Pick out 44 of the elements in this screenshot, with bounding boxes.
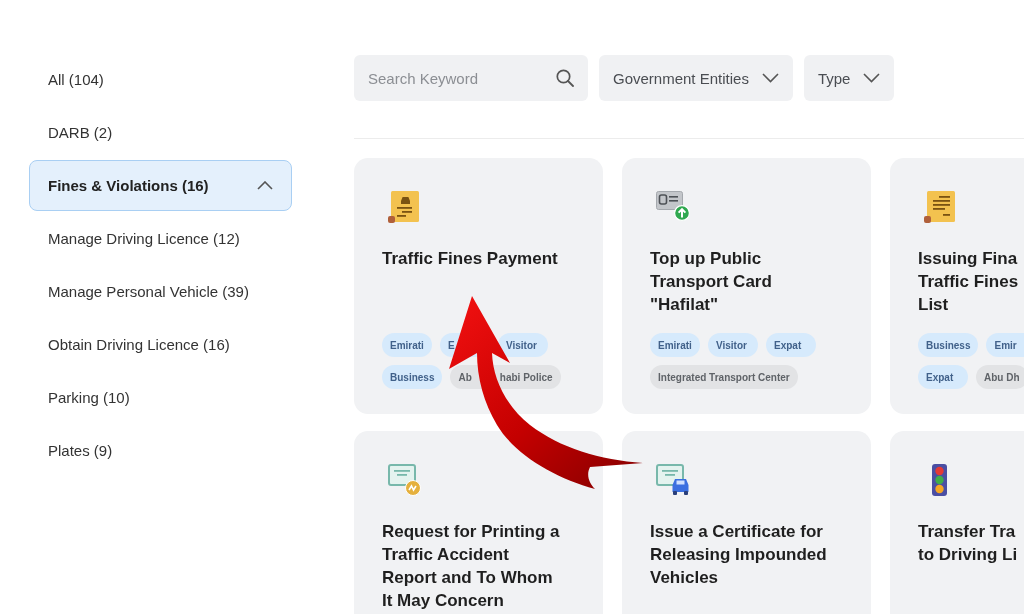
category-item[interactable]: Fines & Violations (16) — [29, 160, 292, 211]
category-item[interactable]: Manage Personal Vehicle (39) — [48, 282, 249, 301]
category-item[interactable]: DARB (2) — [48, 123, 113, 142]
audience-tag: Emir — [986, 333, 1024, 357]
audience-tag: Business — [382, 365, 443, 389]
category-item[interactable]: All (104) — [48, 70, 104, 89]
entity-tag: Integrated Transport Center — [650, 365, 798, 389]
audience-tag: Emirati — [650, 333, 700, 357]
service-card[interactable]: Top up Public Transport Card "Hafilat" Emirati Visitor Expat Integrated Transport Center — [622, 158, 871, 414]
service-card[interactable]: Request for Printing a Traffic Accident Report and To Whom It May Concern — [354, 431, 603, 614]
category-item[interactable]: Manage Driving Licence (12) — [48, 229, 240, 248]
chevron-down-icon — [761, 73, 779, 83]
service-card[interactable]: Transfer Tra to Driving Li — [890, 431, 1024, 614]
service-card[interactable]: Issue a Certificate for Releasing Impounded Vehicles — [622, 431, 871, 614]
certificate-medal-icon — [388, 464, 421, 496]
search-icon — [556, 69, 574, 87]
chevron-up-icon — [257, 181, 273, 190]
audience-tag: Expat — [918, 365, 968, 389]
bus-card-icon — [656, 191, 690, 221]
audience-tag: Expat — [766, 333, 816, 357]
category-item[interactable]: Plates (9) — [48, 441, 113, 460]
entity-tag: Abu Dh — [976, 365, 1024, 389]
audience-tag: Visitor — [498, 333, 548, 357]
service-card[interactable]: Traffic Fines Payment Emirati E Visitor Business Ab habi Police — [354, 158, 603, 414]
card-title: Request for Printing a Traffic Accident Report and To Whom It May Concern — [382, 521, 561, 612]
category-item[interactable]: Parking (10) — [48, 388, 130, 407]
audience-tag: Business — [918, 333, 979, 357]
filter-dropdown[interactable]: Type — [803, 55, 895, 101]
card-title: Issue a Certificate for Releasing Impounded Vehicles — [650, 521, 828, 589]
certificate-car-icon — [656, 464, 690, 495]
card-title: Issuing Fina Traffic Fines List — [918, 248, 1020, 316]
audience-tag: Visitor — [708, 333, 758, 357]
filter-dropdown[interactable]: Government Entities — [599, 55, 793, 101]
traffic-light-icon — [932, 464, 947, 496]
card-title: Top up Public Transport Card "Hafilat" — [650, 248, 773, 316]
card-title: Transfer Tra to Driving Li — [918, 521, 1019, 566]
category-item[interactable]: Obtain Driving Licence (16) — [48, 335, 230, 354]
receipt-icon — [924, 191, 956, 223]
chevron-down-icon — [863, 73, 881, 83]
card-title: Traffic Fines Payment — [382, 248, 559, 270]
receipt-car-icon — [388, 191, 420, 223]
search-field[interactable]: Search Keyword — [354, 55, 588, 101]
audience-tag: Emirati — [382, 333, 432, 357]
service-card[interactable]: Issuing Fina Traffic Fines List Business Emir Expat Abu Dh — [890, 158, 1024, 414]
